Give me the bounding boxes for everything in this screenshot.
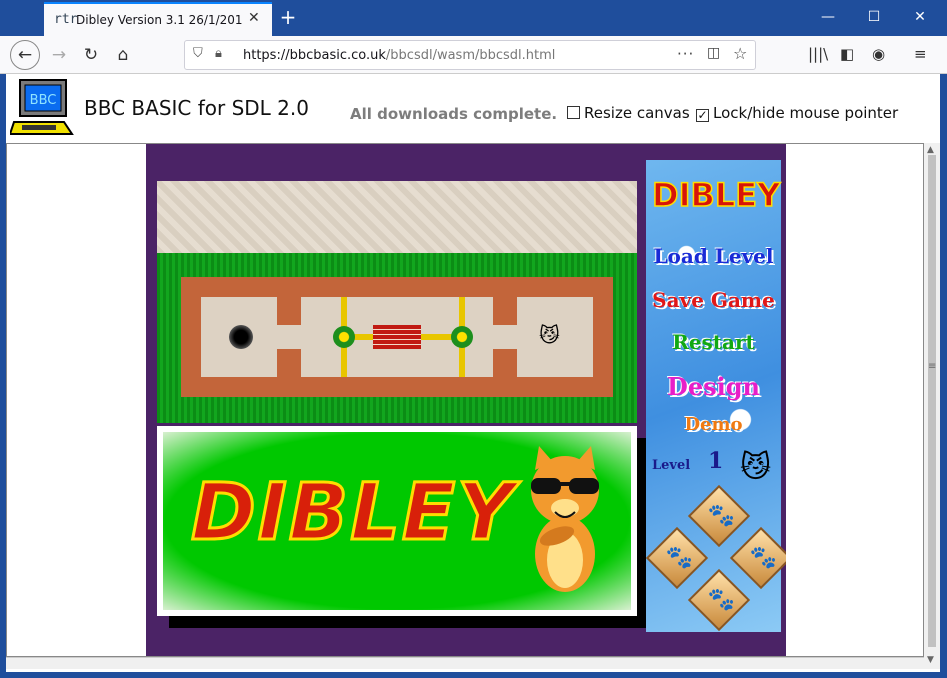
page-actions-icon[interactable]: ···	[677, 45, 694, 63]
home-button[interactable]: ⌂	[108, 40, 138, 70]
brick-block	[373, 325, 421, 349]
maze-wall	[277, 349, 301, 377]
game-frame: 😼 DIBLEY DIBLEY Load Level Save Game Res…	[6, 143, 924, 657]
maximize-icon[interactable]: ☐	[851, 0, 897, 34]
valve	[451, 326, 473, 348]
site-favicon-icon: rtr	[54, 12, 78, 27]
lock-pointer-box[interactable]: ✓	[696, 109, 709, 122]
pocket-icon[interactable]: ◫	[707, 45, 720, 61]
save-game-button[interactable]: Save Game	[646, 288, 781, 312]
logo-text: BBC	[30, 93, 57, 108]
stone-floor	[157, 181, 637, 253]
paw-icon: 🐾	[707, 587, 735, 613]
bbc-computer-logo-icon: BBC	[10, 79, 74, 135]
navigation-toolbar: ← → ↻ ⌂ ⛉ 🔒︎ https://bbcbasic.co.uk/bbcs…	[0, 36, 947, 74]
tracking-shield-icon[interactable]: ⛉	[193, 46, 203, 61]
paw-up-button[interactable]: 🐾	[687, 484, 751, 548]
address-bar[interactable]: ⛉ 🔒︎ https://bbcbasic.co.uk/bbcsdl/wasm/…	[184, 40, 756, 70]
scroll-thumb[interactable]	[928, 155, 936, 647]
scroll-down-icon[interactable]: ▼	[927, 655, 934, 665]
paw-down-button[interactable]: 🐾	[687, 568, 751, 632]
resize-canvas-checkbox[interactable]: Resize canvas	[567, 104, 690, 122]
minimize-icon[interactable]: —	[805, 0, 851, 34]
new-tab-button[interactable]: +	[276, 4, 300, 30]
paw-icon: 🐾	[749, 545, 777, 571]
load-level-button[interactable]: Load Level	[646, 244, 781, 268]
valve	[333, 326, 355, 348]
restart-button[interactable]: Restart	[646, 330, 781, 354]
demo-button[interactable]: Demo	[646, 414, 781, 435]
panel-title: DIBLEY	[651, 175, 781, 215]
page-content: BBC BBC BASIC for SDL 2.0 All downloads …	[6, 74, 940, 672]
bookmark-star-icon[interactable]: ☆	[733, 44, 747, 63]
close-window-icon[interactable]: ✕	[897, 0, 943, 34]
level-label: Level	[652, 458, 691, 473]
tab-strip: rtr Dibley Version 3.1 26/1/2017 by ✕ + …	[0, 0, 947, 36]
browser-window: rtr Dibley Version 3.1 26/1/2017 by ✕ + …	[0, 0, 947, 678]
paw-icon: 🐾	[707, 503, 735, 529]
design-button[interactable]: Design	[646, 372, 781, 401]
horizontal-scrollbar[interactable]	[6, 657, 924, 669]
game-menu-panel: DIBLEY Load Level Save Game Restart Desi…	[645, 160, 786, 632]
maze-wall	[493, 297, 517, 325]
paw-left-button[interactable]: 🐾	[645, 526, 709, 590]
pipe	[421, 334, 453, 340]
title-banner: DIBLEY	[157, 426, 637, 616]
maze-wall	[493, 349, 517, 377]
game-canvas[interactable]: 😼 DIBLEY DIBLEY Load Level Save Game Res…	[146, 144, 786, 656]
cat-mascot-icon	[531, 446, 599, 592]
grass-field: 😼	[157, 253, 637, 423]
banner-title: DIBLEY	[190, 467, 516, 560]
resize-canvas-box[interactable]	[567, 106, 580, 119]
level-number: 1	[708, 448, 724, 474]
maze-area: 😼	[181, 277, 613, 397]
tab-title: Dibley Version 3.1 26/1/2017 by	[76, 13, 242, 27]
exit-hole	[229, 325, 253, 349]
scroll-up-icon[interactable]: ▲	[927, 145, 934, 155]
banner-background: DIBLEY	[163, 432, 631, 610]
forward-button[interactable]: →	[44, 40, 74, 70]
lock-pointer-checkbox[interactable]: ✓ Lock/hide mouse pointer	[696, 104, 898, 122]
browser-tab[interactable]: rtr Dibley Version 3.1 26/1/2017 by ✕	[44, 2, 272, 36]
download-status: All downloads complete.	[350, 105, 558, 123]
cat-player-icon: 😼	[539, 323, 560, 347]
maze-wall	[277, 297, 301, 325]
back-button[interactable]: ←	[10, 40, 40, 70]
lock-icon[interactable]: 🔒︎	[215, 46, 222, 61]
paw-icon: 🐾	[665, 545, 693, 571]
close-tab-icon[interactable]: ✕	[248, 10, 260, 26]
menu-icon[interactable]: ≡	[914, 45, 927, 63]
scroll-grip-icon: ≡	[928, 361, 937, 372]
reload-button[interactable]: ↻	[76, 40, 106, 70]
cat-icon: 😼	[740, 450, 772, 485]
library-icon[interactable]: |||\	[808, 45, 828, 63]
sidebar-icon[interactable]: ◧	[840, 45, 854, 63]
url-text[interactable]: https://bbcbasic.co.uk/bbcsdl/wasm/bbcsd…	[243, 48, 555, 63]
account-icon[interactable]: ◉	[872, 45, 885, 63]
app-name: BBC BASIC for SDL 2.0	[84, 96, 309, 120]
vertical-scrollbar[interactable]: ▲ ≡ ▼	[924, 143, 940, 669]
paw-right-button[interactable]: 🐾	[729, 526, 786, 590]
